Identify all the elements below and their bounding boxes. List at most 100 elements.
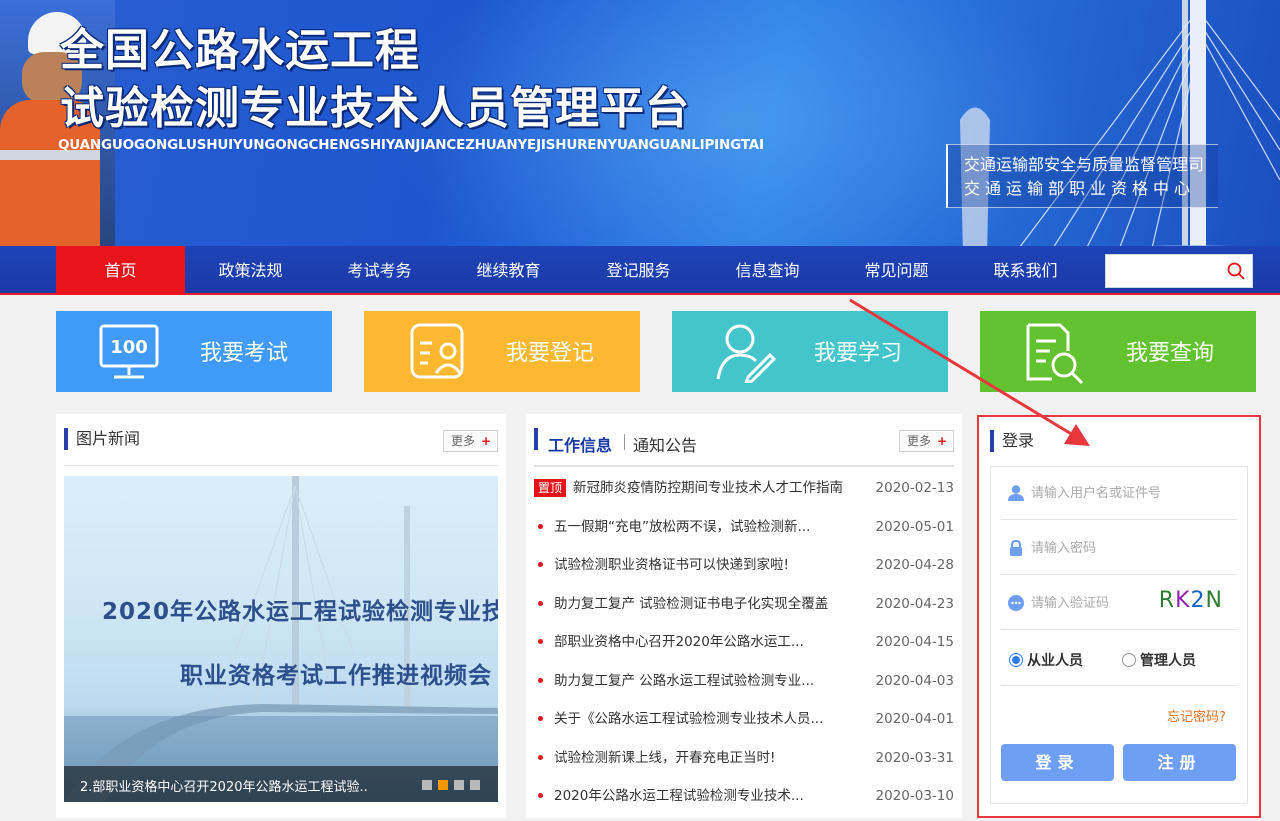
nav-item-faq[interactable]: 常见问题: [832, 246, 961, 295]
news-item-title[interactable]: 试验检测职业资格证书可以快递到家啦!: [554, 552, 789, 578]
password-field: [1001, 521, 1237, 575]
news-item-date: 2020-04-23: [875, 596, 954, 612]
news-item-date: 2020-03-31: [875, 750, 954, 766]
tab-separator: [624, 434, 625, 450]
bridge-illustration: [960, 0, 1280, 246]
register-button[interactable]: 注册: [1123, 744, 1236, 781]
role-label-manager[interactable]: 管理人员: [1140, 650, 1196, 670]
news-item-title[interactable]: 新冠肺炎疫情防控期间专业技术人才工作指南: [573, 475, 843, 501]
bullet-dot-icon: [538, 601, 543, 606]
news-item-date: 2020-02-13: [875, 480, 954, 496]
nav-item-education[interactable]: 继续教育: [444, 246, 573, 295]
nav-item-registration[interactable]: 登记服务: [574, 246, 703, 295]
role-radio-manager[interactable]: [1122, 653, 1136, 667]
photo-news-more-button[interactable]: 更多 +: [443, 430, 498, 452]
captcha-char: R: [1158, 588, 1176, 613]
organization-line1: 交通运输部安全与质量监督管理司: [964, 155, 1205, 174]
bullet-dot-icon: [538, 562, 543, 567]
photo-caption-bar: 2.部职业资格中心召开2020年公路水运工程试验..: [64, 766, 498, 802]
captcha-char: 2: [1190, 588, 1206, 613]
nav-item-contact[interactable]: 联系我们: [961, 246, 1090, 295]
bullet-dot-icon: [538, 755, 543, 760]
tab-notices[interactable]: 通知公告: [633, 432, 697, 456]
tile-register-label: 我要登记: [506, 341, 595, 366]
news-item-title[interactable]: 关于《公路水运工程试验检测专业技术人员...: [554, 706, 823, 732]
nav-item-exam[interactable]: 考试考务: [315, 246, 444, 295]
news-item-date: 2020-04-03: [875, 673, 954, 689]
site-title-line2: 试验检测专业技术人员管理平台: [60, 83, 690, 134]
bullet-dot-icon: [538, 716, 543, 721]
nav-search-input[interactable]: [1106, 255, 1216, 287]
news-item-title[interactable]: 2020年公路水运工程试验检测专业技术...: [554, 783, 804, 809]
captcha-image[interactable]: RK2N: [1159, 588, 1223, 613]
news-item-date: 2020-05-01: [875, 519, 954, 535]
annotation-arrow: [849, 298, 1090, 446]
site-header: 全国公路水运工程 试验检测专业技术人员管理平台 QUANGUOGONGLUSHU…: [0, 0, 1280, 246]
news-item-title[interactable]: 五一假期“充电”放松两不误，试验检测新...: [554, 514, 810, 540]
username-input[interactable]: [1031, 483, 1211, 503]
nav-item-home[interactable]: 首页: [56, 246, 185, 295]
captcha-char: N: [1205, 588, 1223, 613]
news-item[interactable]: 助力复工复产 公路水运工程试验检测专业... 2020-04-03: [534, 668, 954, 694]
news-item-title[interactable]: 试验检测新课上线，开春充电正当时!: [554, 745, 775, 771]
captcha-input[interactable]: [1031, 593, 1151, 613]
photo-news-title: 图片新闻: [64, 428, 140, 450]
news-item[interactable]: 部职业资格中心召开2020年公路水运工... 2020-04-15: [534, 629, 954, 655]
news-item[interactable]: 关于《公路水运工程试验检测专业技术人员... 2020-04-01: [534, 706, 954, 732]
organization-line2: 交通运输部职业资格中心: [964, 179, 1196, 198]
pinned-badge: 置顶: [534, 479, 567, 497]
tile-register[interactable]: 我要登记: [364, 311, 640, 392]
news-item[interactable]: 试验检测职业资格证书可以快递到家啦! 2020-04-28: [534, 552, 954, 578]
tile-query-label: 我要查询: [1126, 341, 1215, 366]
main-nav: 首页 政策法规 考试考务 继续教育 登记服务 信息查询 常见问题 联系我们: [0, 246, 1280, 295]
tab-work-info[interactable]: 工作信息: [548, 432, 612, 456]
news-item-title[interactable]: 部职业资格中心召开2020年公路水运工...: [554, 629, 804, 655]
news-item[interactable]: 助力复工复产 试验检测证书电子化实现全覆盖 2020-04-23: [534, 591, 954, 617]
photo-news-slide[interactable]: 2020年公路水运工程试验检测专业技 职业资格考试工作推进视频会 2.部职业资格…: [64, 476, 498, 802]
photo-news-divider: [64, 465, 498, 466]
study-person-icon: [716, 324, 777, 383]
news-item[interactable]: 五一假期“充电”放松两不误，试验检测新... 2020-05-01: [534, 514, 954, 540]
role-radio-practitioner[interactable]: [1009, 653, 1023, 667]
news-item-date: 2020-03-10: [875, 788, 954, 804]
role-label-practitioner[interactable]: 从业人员: [1027, 650, 1083, 670]
slide-dot-4[interactable]: [470, 780, 480, 790]
news-item[interactable]: 2020年公路水运工程试验检测专业技术... 2020-03-10: [534, 783, 954, 809]
user-icon: [1008, 485, 1024, 501]
username-field: [1001, 466, 1237, 520]
chat-dots-icon: [1008, 595, 1024, 611]
nav-item-policy[interactable]: 政策法规: [186, 246, 315, 295]
slide-dot-2[interactable]: [438, 780, 448, 790]
news-item[interactable]: 置顶 新冠肺炎疫情防控期间专业技术人才工作指南 2020-02-13: [534, 475, 954, 501]
news-item[interactable]: 试验检测新课上线，开春充电正当时! 2020-03-31: [534, 745, 954, 771]
bullet-dot-icon: [538, 678, 543, 683]
register-card-icon: [410, 323, 464, 379]
forgot-password-link[interactable]: 忘记密码?: [1167, 706, 1226, 725]
nav-item-info-query[interactable]: 信息查询: [703, 246, 832, 295]
tab-divider: [534, 465, 954, 467]
role-selector: 从业人员 管理人员: [1001, 632, 1237, 686]
slide-dot-1[interactable]: [422, 780, 432, 790]
login-button[interactable]: 登录: [1001, 744, 1114, 781]
bullet-dot-icon: [538, 639, 543, 644]
tile-exam-label: 我要考试: [200, 341, 289, 366]
work-info-accent: [534, 428, 538, 450]
password-input[interactable]: [1031, 538, 1211, 558]
site-title-line1: 全国公路水运工程: [60, 25, 420, 76]
bullet-dot-icon: [538, 793, 543, 798]
captcha-char: K: [1175, 588, 1191, 613]
news-item-title[interactable]: 助力复工复产 试验检测证书电子化实现全覆盖: [554, 591, 828, 617]
search-icon[interactable]: [1226, 261, 1246, 281]
photo-overlay-text2: 职业资格考试工作推进视频会: [180, 663, 492, 689]
news-item-date: 2020-04-15: [875, 634, 954, 650]
photo-caption[interactable]: 2.部职业资格中心召开2020年公路水运工程试验..: [80, 776, 368, 795]
captcha-field: RK2N: [1001, 576, 1237, 630]
news-item-date: 2020-04-28: [875, 557, 954, 573]
lock-icon: [1010, 539, 1022, 556]
tile-exam[interactable]: 100 我要考试: [56, 311, 332, 392]
monitor-icon-text: 100: [110, 337, 148, 358]
slide-dot-3[interactable]: [454, 780, 464, 790]
monitor-100-icon: 100: [99, 324, 159, 379]
news-item-title[interactable]: 助力复工复产 公路水运工程试验检测专业...: [554, 668, 814, 694]
photo-news-more-label: 更多: [451, 434, 476, 448]
